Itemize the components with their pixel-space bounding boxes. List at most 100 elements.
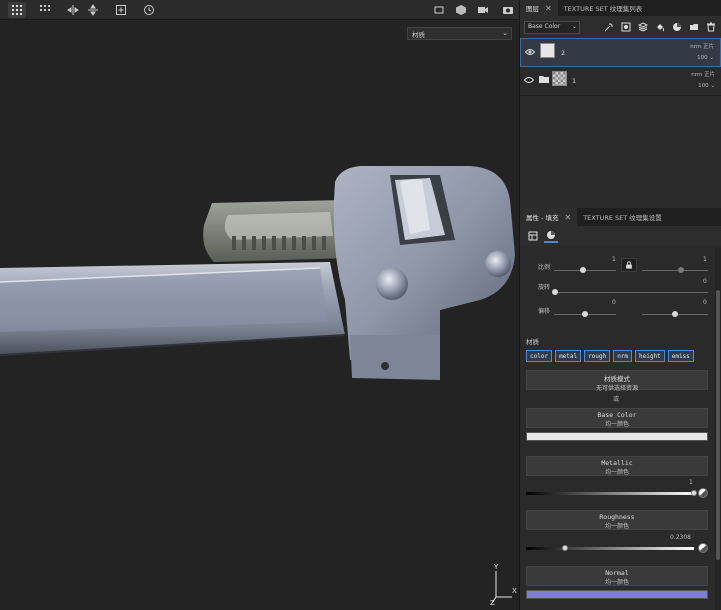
scale-label: 比例 [538, 264, 551, 271]
scrollbar-thumb[interactable] [716, 290, 720, 560]
layer-thumbnail [552, 71, 567, 86]
close-icon[interactable]: ✕ [545, 4, 552, 13]
tab-properties-fill-label: 属性 - 填充 [526, 214, 559, 222]
roughness-map-button[interactable] [698, 543, 708, 553]
fill-properties-icon[interactable] [526, 229, 540, 243]
channel-select[interactable]: Base Color ⌄ [524, 20, 580, 34]
channel-chip-color[interactable]: color [526, 350, 553, 362]
viewport-dropdown-value: 材质 [412, 31, 425, 39]
base-color-sub: 均一颜色 [604, 421, 629, 428]
base-color-block[interactable]: Base Color 均一颜色 [526, 408, 708, 428]
chevron-down-icon: ⌄ [502, 29, 508, 37]
layer-name: 1 [572, 77, 577, 85]
scale-slider-right-knob[interactable] [678, 267, 684, 273]
eye-closed-icon[interactable] [524, 76, 534, 84]
normal-block[interactable]: Normal 均一颜色 [526, 566, 708, 586]
add-fill-layer-icon[interactable] [653, 21, 666, 34]
rotation-slider-knob[interactable] [552, 289, 558, 295]
base-color-title: Base Color [597, 411, 637, 419]
add-smart-material-icon[interactable] [670, 21, 683, 34]
channel-chip-metal[interactable]: metal [555, 350, 582, 362]
channel-chip-nrm[interactable]: nrm [613, 350, 633, 362]
layer-row[interactable]: 2 nrm 正片 100 ⌄ [520, 38, 721, 67]
history-icon[interactable] [140, 2, 158, 18]
folder-icon [539, 76, 549, 83]
axis-z-label: Z [490, 599, 495, 605]
viewport-channel-dropdown[interactable]: 材质 ⌄ [407, 27, 512, 40]
layer-thumbnail [540, 43, 555, 58]
screenshot-camera-icon[interactable] [499, 2, 517, 18]
properties-tabbar: 属性 - 填充 ✕ TEXTURE SET 纹理集设置 [520, 208, 721, 226]
rotation-slider[interactable] [554, 292, 708, 293]
tab-texture-set-list[interactable]: TEXTURE SET 纹理集列表 [558, 0, 649, 16]
roughness-slider-knob[interactable] [561, 545, 568, 551]
roughness-block[interactable]: Roughness 均一颜色 [526, 510, 708, 530]
metallic-slider[interactable] [526, 492, 694, 495]
channel-chip-rough[interactable]: rough [584, 350, 611, 362]
offset-slider-left-knob[interactable] [582, 311, 588, 317]
chevron-down-icon: ⌄ [571, 22, 577, 30]
offset-slider-right-knob[interactable] [672, 311, 678, 317]
channel-chip-height[interactable]: height [635, 350, 665, 362]
offset-value-left[interactable]: 0 [612, 299, 616, 306]
add-folder-icon[interactable] [687, 21, 700, 34]
properties-scrollbar[interactable] [715, 248, 721, 610]
close-icon[interactable]: ✕ [564, 213, 571, 222]
video-camera-icon[interactable] [474, 2, 492, 18]
material-properties-icon[interactable] [544, 229, 558, 243]
object-display-icon[interactable] [452, 2, 470, 18]
metallic-sub: 均一颜色 [604, 469, 629, 476]
3d-viewport[interactable]: 材质 ⌄ Y X Z [0, 0, 519, 610]
axis-x-label: X [512, 587, 517, 595]
metallic-block[interactable]: Metallic 均一颜色 [526, 456, 708, 476]
add-effect-icon[interactable] [602, 21, 615, 34]
normal-swatch[interactable] [526, 590, 708, 599]
delete-layer-icon[interactable] [704, 21, 717, 34]
add-layer-icon[interactable] [636, 21, 649, 34]
material-channel-chips: color metal rough nrm height emiss [526, 350, 694, 362]
material-section-title: 材质 [526, 338, 539, 346]
layer-opacity[interactable]: 100 ⌄ [698, 83, 715, 89]
layer-blend-mode[interactable]: nrm 正片 [690, 42, 714, 50]
camera-mode-icon[interactable] [430, 2, 448, 18]
scale-slider-left-knob[interactable] [580, 267, 586, 273]
properties-body: 比例 1 1 旋转 0 偏移 0 0 材质 color metal rough … [520, 248, 714, 610]
axis-gizmo: Y X Z [490, 563, 517, 605]
material-mode-block[interactable]: 材质模式 无可供选择资源 [526, 370, 708, 392]
channel-chip-emiss[interactable]: emiss [667, 350, 694, 362]
offset-value-right[interactable]: 0 [703, 299, 707, 306]
layer-opacity[interactable]: 100 ⌄ [697, 55, 714, 61]
rotation-label: 旋转 [538, 284, 551, 291]
roughness-slider[interactable] [526, 547, 694, 550]
lock-icon [626, 261, 632, 269]
layer-blend-mode[interactable]: nrm 正片 [691, 70, 715, 78]
metallic-map-button[interactable] [698, 488, 708, 498]
roughness-value[interactable]: 0.2308 [670, 534, 691, 541]
rotation-value[interactable]: 0 [703, 278, 707, 285]
layer-row[interactable]: 1 nrm 正片 100 ⌄ [520, 67, 721, 96]
layers-tabbar: 图层 ✕ TEXTURE SET 纹理集列表 [520, 0, 721, 16]
lock-scale-button[interactable] [621, 258, 637, 272]
grid-view-icon[interactable] [8, 2, 26, 18]
eye-icon[interactable] [525, 48, 535, 56]
material-mode-title: 材质模式 [604, 375, 630, 383]
normal-title: Normal [605, 569, 629, 577]
roughness-sub: 均一颜色 [604, 523, 629, 530]
offset-label: 偏移 [538, 308, 551, 315]
scale-value-left[interactable]: 1 [612, 256, 616, 263]
grid-options-icon[interactable] [36, 2, 54, 18]
symmetry-x-icon[interactable] [64, 2, 82, 18]
tab-layers[interactable]: 图层 ✕ [520, 0, 558, 16]
scale-slider-right[interactable] [642, 270, 708, 271]
tab-properties-fill[interactable]: 属性 - 填充 ✕ [520, 208, 578, 226]
base-color-swatch[interactable] [526, 432, 708, 441]
scale-value-right[interactable]: 1 [703, 256, 707, 263]
add-mask-icon[interactable] [619, 21, 632, 34]
metallic-value[interactable]: 1 [689, 479, 693, 486]
metallic-slider-knob[interactable] [691, 490, 697, 496]
metallic-title: Metallic [601, 459, 633, 467]
tab-texture-set-settings[interactable]: TEXTURE SET 纹理集设置 [577, 208, 668, 226]
symmetry-y-icon[interactable] [84, 2, 102, 18]
add-frame-icon[interactable] [112, 2, 130, 18]
material-mode-value: 无可供选择资源 [595, 385, 638, 392]
